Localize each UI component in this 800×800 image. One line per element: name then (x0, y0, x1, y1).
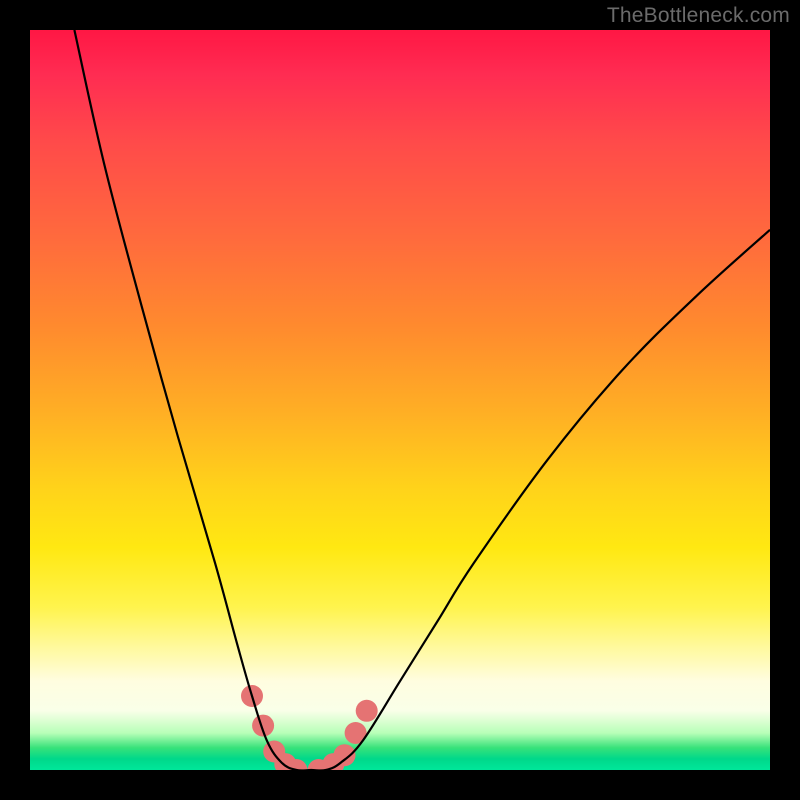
chart-frame: TheBottleneck.com (0, 0, 800, 800)
marker-dot (356, 700, 378, 722)
plot-area (30, 30, 770, 770)
bottleneck-curve (74, 30, 770, 770)
marker-dot (334, 744, 356, 766)
curve-layer (30, 30, 770, 770)
watermark-text: TheBottleneck.com (607, 4, 790, 28)
